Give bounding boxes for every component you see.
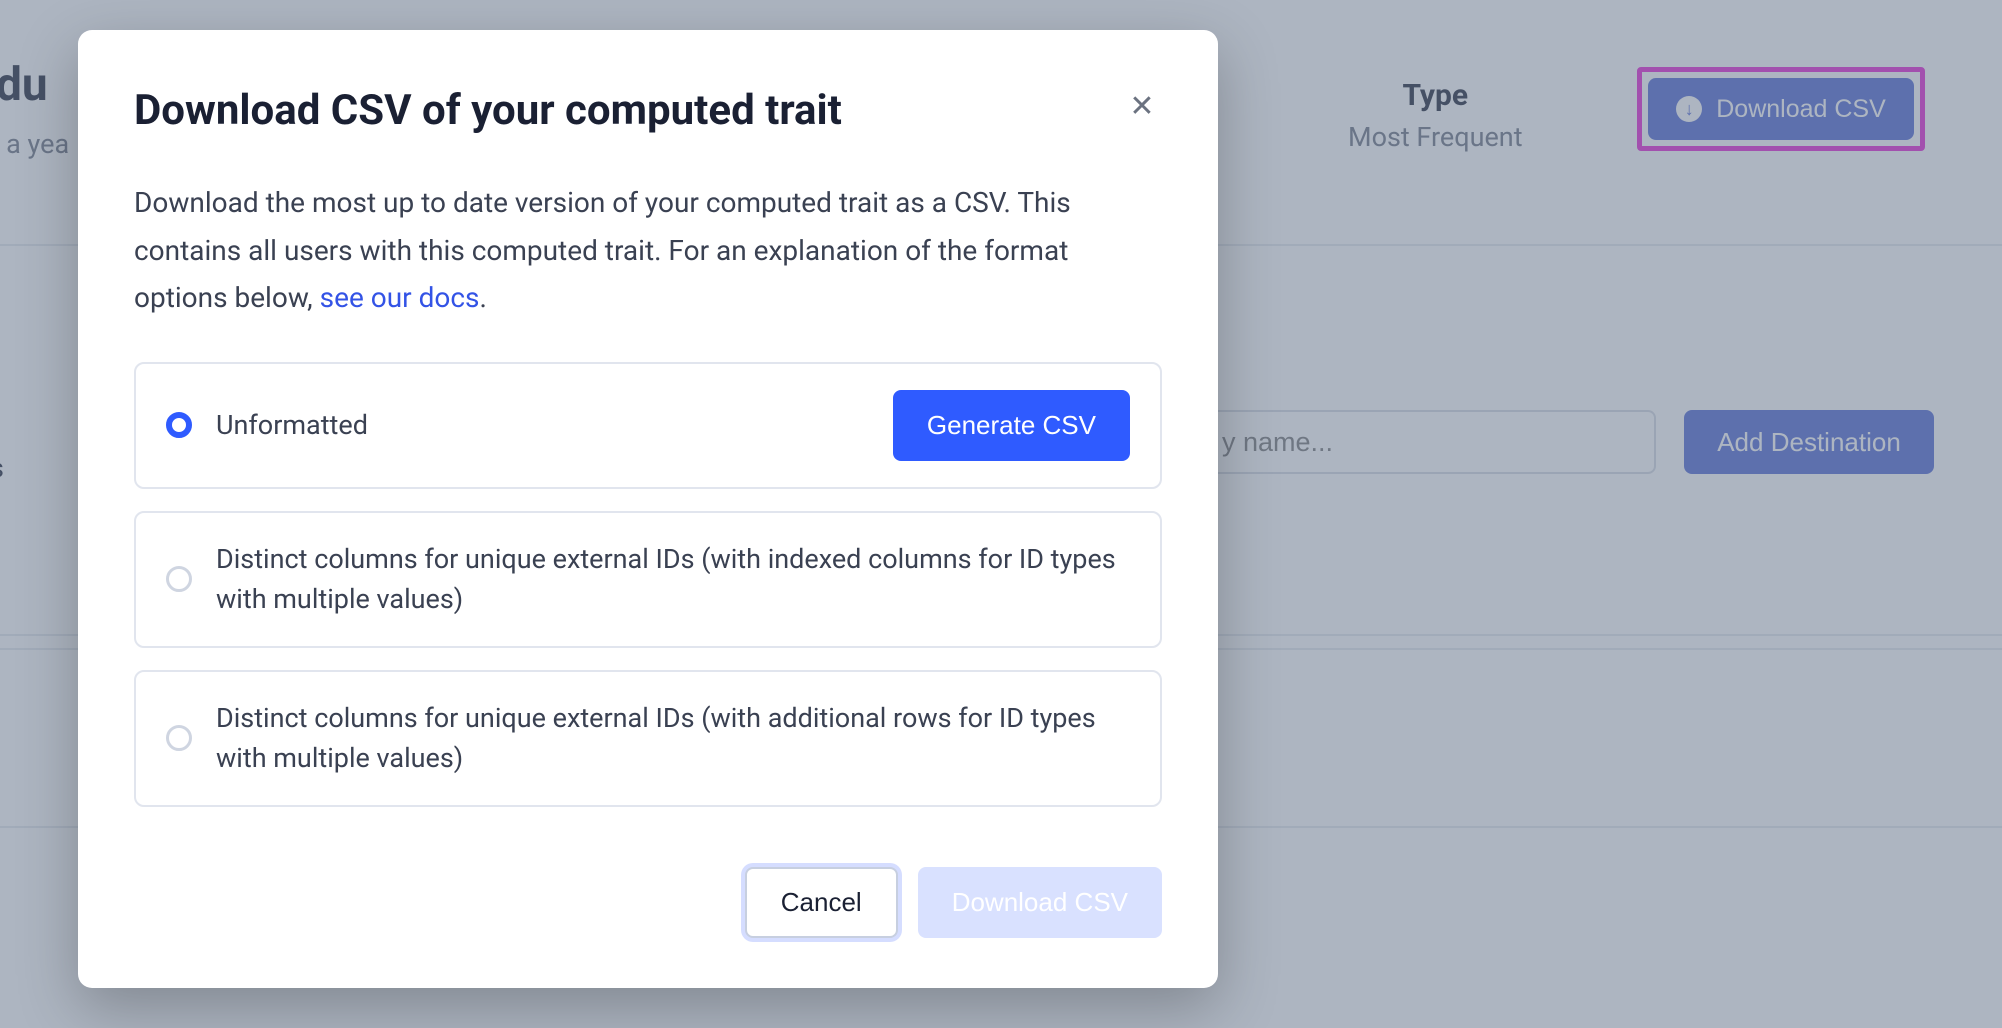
modal-description: Download the most up to date version of … [134, 179, 1162, 322]
format-option-distinct-indexed[interactable]: Distinct columns for unique external IDs… [134, 511, 1162, 648]
option-label: Distinct columns for unique external IDs… [216, 698, 1130, 779]
radio-icon [166, 725, 192, 751]
docs-link[interactable]: see our docs [320, 281, 480, 314]
download-csv-modal: Download CSV of your computed trait ✕ Do… [78, 30, 1218, 988]
format-option-distinct-rows[interactable]: Distinct columns for unique external IDs… [134, 670, 1162, 807]
generate-csv-button[interactable]: Generate CSV [893, 390, 1130, 461]
modal-description-post: . [479, 281, 486, 314]
radio-icon [166, 566, 192, 592]
modal-title: Download CSV of your computed trait [134, 86, 1162, 135]
option-label: Unformatted [216, 405, 869, 446]
format-option-unformatted[interactable]: Unformatted Generate CSV [134, 362, 1162, 489]
download-csv-modal-button[interactable]: Download CSV [918, 867, 1162, 938]
close-button[interactable]: ✕ [1122, 86, 1162, 126]
radio-icon [166, 412, 192, 438]
cancel-button[interactable]: Cancel [745, 867, 898, 938]
modal-description-text: Download the most up to date version of … [134, 186, 1071, 314]
close-icon: ✕ [1129, 89, 1154, 124]
modal-footer: Cancel Download CSV [134, 867, 1162, 938]
option-label: Distinct columns for unique external IDs… [216, 539, 1130, 620]
